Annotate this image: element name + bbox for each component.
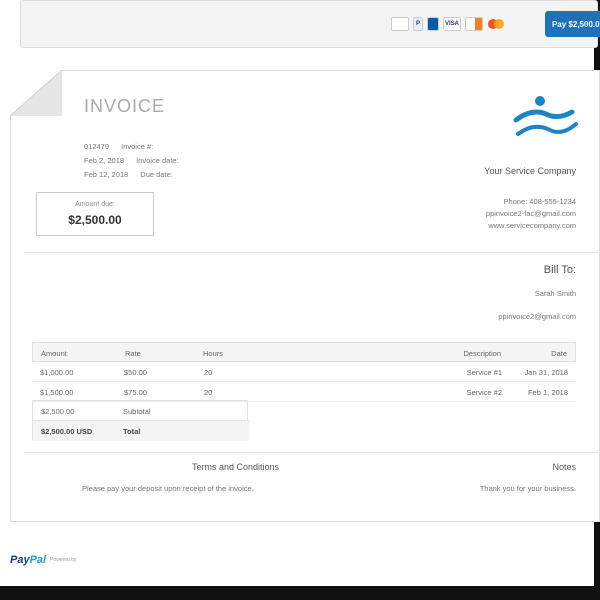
company-website: www.servicecompany.com xyxy=(488,221,576,230)
cell-amount: $1,500.00 xyxy=(40,388,74,397)
cell-description: Service #2 xyxy=(466,388,502,397)
paypal-logo: PayPal xyxy=(10,554,47,566)
visa-card-icon: VISA xyxy=(443,17,461,31)
terms-text: Please pay your deposit upon receipt of … xyxy=(82,484,254,493)
total-label: Total xyxy=(123,427,141,436)
cell-hours: 20 xyxy=(204,388,213,397)
amex-card-icon xyxy=(427,17,439,31)
due-date-label: Due date: xyxy=(140,170,173,179)
column-header-description: Description xyxy=(463,349,501,358)
invoice-number-value: 012479 xyxy=(84,142,110,151)
table-header: Date Description Hours Rate Amount xyxy=(32,342,576,362)
cell-date: Jan 31, 2018 xyxy=(524,368,568,377)
terms-heading: Terms and Conditions xyxy=(192,462,280,472)
accepted-cards: P VISA xyxy=(391,17,505,31)
amount-due-value: $2,500.00 xyxy=(68,213,122,227)
notes-text: Thank you for your business. xyxy=(479,484,576,493)
powered-by-label: Powered by xyxy=(50,557,77,563)
amount-due-box: Amount due: $2,500.00 xyxy=(36,192,154,236)
pay-button[interactable]: Pay $2,500.00 xyxy=(545,11,600,37)
invoice-date-label: Invoice date: xyxy=(136,156,179,165)
subtotal-value: $2,500.00 xyxy=(41,407,75,416)
table-row: Jan 31, 2018 Service #1 20 $50.00 $1,000… xyxy=(32,362,576,382)
notes-heading: Notes xyxy=(552,462,576,472)
company-logo-icon xyxy=(513,96,578,136)
invoice-number-label: Invoice #: xyxy=(121,142,154,151)
paypal-card-icon: P xyxy=(413,17,423,31)
company-name: Your Service Company xyxy=(484,166,576,176)
page-fold-icon xyxy=(10,70,62,116)
amount-due-label: Amount due: xyxy=(75,201,115,208)
bill-to-email: ppinvoice2@gmail.com xyxy=(498,312,576,321)
total-row: Total $2,500.00 USD xyxy=(33,421,249,441)
invoice-date-value: Feb 2, 2018 xyxy=(84,156,125,165)
frame-edge-bottom xyxy=(0,586,600,600)
column-header-hours: Hours xyxy=(203,349,224,358)
totals-box: Subtotal $2,500.00 Total $2,500.00 USD xyxy=(32,400,249,441)
mastercard-card-icon xyxy=(487,17,505,31)
divider xyxy=(24,252,600,253)
subtotal-label: Subtotal xyxy=(123,407,151,416)
cell-rate: $50.00 xyxy=(124,368,147,377)
invoice-title: INVOICE xyxy=(84,96,166,116)
bill-to-heading: Bill To: xyxy=(543,264,576,276)
column-header-rate: Rate xyxy=(125,349,141,358)
column-header-date: Date xyxy=(551,349,567,358)
invoice-date: Feb 2, 2018 Invoice date: xyxy=(84,156,179,165)
credit-card-icon xyxy=(391,17,409,31)
company-phone: Phone: 408-555-1234 xyxy=(503,197,576,206)
total-value: $2,500.00 USD xyxy=(41,427,93,436)
cell-rate: $75.00 xyxy=(124,388,147,397)
table-row: Feb 1, 2018 Service #2 20 $75.00 $1,500.… xyxy=(32,382,576,402)
discover-card-icon xyxy=(465,17,483,31)
cell-description: Service #1 xyxy=(466,368,502,377)
invoice-number: 012479 Invoice #: xyxy=(84,142,153,151)
divider xyxy=(24,452,600,453)
column-header-amount: Amount xyxy=(41,349,67,358)
cell-date: Feb 1, 2018 xyxy=(527,388,568,397)
cell-amount: $1,000.00 xyxy=(40,368,74,377)
bill-to-name: Sarah Smith xyxy=(534,289,576,298)
subtotal-row: Subtotal $2,500.00 xyxy=(33,401,249,421)
powered-by-paypal[interactable]: PayPal Powered by xyxy=(10,554,77,566)
company-email: ppinvoice2-fac@gmail.com xyxy=(485,209,576,218)
payment-toolbar: P VISA Pay $2,500.00 xyxy=(20,0,600,48)
due-date: Feb 12, 2018 Due date: xyxy=(84,170,173,179)
due-date-value: Feb 12, 2018 xyxy=(84,170,129,179)
cell-hours: 20 xyxy=(204,368,213,377)
